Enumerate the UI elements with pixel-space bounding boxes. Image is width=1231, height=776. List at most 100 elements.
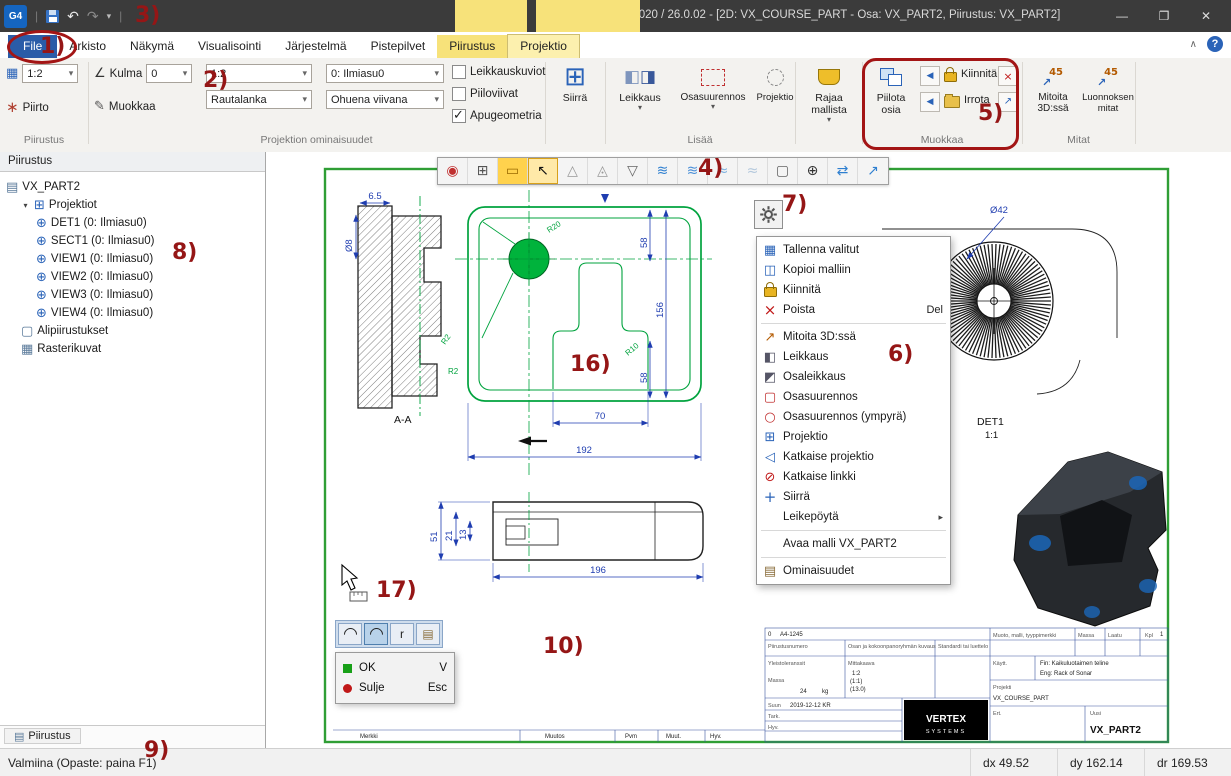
tree-item-projektiot[interactable]: ▾⊞Projektiot bbox=[0, 196, 265, 214]
tree-item-view4[interactable]: ⊕VIEW4 (0: Ilmiasu0) bbox=[0, 304, 265, 322]
pin-button[interactable]: ◉ bbox=[438, 158, 468, 184]
layers-blue-button[interactable]: ≋ bbox=[648, 158, 678, 184]
menu-item-ominaisuudet[interactable]: ▤Ominaisuudet bbox=[757, 561, 950, 581]
arc-3point-button[interactable] bbox=[364, 623, 388, 645]
drawing-canvas[interactable]: 6.5 Ø8 R2 R2 A-A R20 R10 156 bbox=[266, 152, 1231, 748]
svg-text:VX_COURSE_PART: VX_COURSE_PART bbox=[993, 696, 1049, 702]
menu-item-osasuurennos[interactable]: ▢Osasuurennos bbox=[757, 387, 950, 407]
menu-item-projektio[interactable]: ⊞Projektio bbox=[757, 427, 950, 447]
iso-3d-view[interactable] bbox=[1014, 452, 1166, 626]
measure-button[interactable]: ▭ bbox=[498, 158, 528, 184]
window-title: Vertex G4 2020 / 26.0.02 - [2D: VX_COURS… bbox=[578, 9, 1060, 21]
tab-piirustus[interactable]: Piirustus bbox=[437, 35, 507, 58]
checkbox-leikkauskuviot[interactable]: Leikkauskuviot bbox=[452, 65, 545, 79]
layers-thin-button[interactable]: ≈ bbox=[738, 158, 768, 184]
menu-item-avaa-malli-vx-part2[interactable]: Avaa malli VX_PART2 bbox=[757, 534, 950, 554]
line-style-select[interactable]: Ohuena viivana bbox=[326, 90, 444, 109]
leikkaus-button[interactable]: ◧ ◨ Leikkaus ▾ bbox=[610, 62, 670, 134]
rajaa-mallista-button[interactable]: Rajaa mallista ▾ bbox=[798, 62, 860, 134]
checkbox-icon[interactable] bbox=[452, 65, 466, 79]
menu-item-osasuurennos-ympyr[interactable]: ○Osasuurennos (ympyrä) bbox=[757, 407, 950, 427]
minimize-button[interactable]: — bbox=[1101, 0, 1143, 32]
svg-text:kg: kg bbox=[822, 689, 828, 695]
tree-expander-icon[interactable]: ▾ bbox=[21, 201, 30, 210]
checkbox-checked-icon[interactable] bbox=[452, 109, 466, 123]
projektio-button[interactable]: Projektio bbox=[752, 62, 798, 134]
checkbox-piiloviivat[interactable]: Piiloviivat bbox=[452, 87, 518, 101]
zoom-button[interactable]: ⊕ bbox=[798, 158, 828, 184]
checkbox-icon[interactable] bbox=[452, 87, 466, 101]
arc-tangent-button[interactable] bbox=[338, 623, 362, 645]
axes-button[interactable]: ⇄ bbox=[828, 158, 858, 184]
tree-item-view1[interactable]: ⊕VIEW1 (0: Ilmiasu0) bbox=[0, 250, 265, 268]
dropdown-caret-icon[interactable]: ▾ bbox=[798, 116, 860, 124]
move-view-button[interactable]: ⊞ bbox=[468, 158, 498, 184]
select-region-button[interactable]: ▢ bbox=[768, 158, 798, 184]
collapse-ribbon-icon[interactable]: ∧ bbox=[1190, 39, 1197, 50]
main-view[interactable]: R20 R10 156 58 58 70 192 bbox=[455, 190, 712, 478]
menu-item-osaleikkaus[interactable]: ◩Osaleikkaus bbox=[757, 367, 950, 387]
kulma-label: Kulma bbox=[110, 68, 143, 80]
redo-icon[interactable]: ↷ bbox=[87, 9, 99, 23]
filter-button[interactable]: ▽ bbox=[618, 158, 648, 184]
close-row[interactable]: Sulje Esc bbox=[343, 678, 447, 698]
menu-item-katkaise-projektio[interactable]: ◁Katkaise projektio bbox=[757, 447, 950, 467]
section-view-a-a[interactable]: 6.5 Ø8 R2 R2 A-A bbox=[344, 191, 459, 426]
dropdown-caret-icon[interactable]: ▾ bbox=[610, 104, 670, 112]
select-arrow-button[interactable]: ↖ bbox=[528, 158, 558, 184]
menu-item-poista[interactable]: ×PoistaDel bbox=[757, 300, 950, 320]
undo-icon[interactable]: ↶ bbox=[67, 9, 79, 23]
osasuurennos-button[interactable]: Osasuurennos ▾ bbox=[674, 62, 752, 134]
kulma-select[interactable]: 0 bbox=[146, 64, 192, 83]
dropdown-caret-icon[interactable]: ▾ bbox=[674, 103, 752, 111]
luonnoksen-mitat-button[interactable]: Luonnoksen mitat bbox=[1082, 62, 1134, 134]
svg-text:196: 196 bbox=[590, 565, 606, 576]
maximize-button[interactable]: ❐ bbox=[1143, 0, 1185, 32]
menu-item-label: Katkaise projektio bbox=[780, 451, 943, 463]
ok-row[interactable]: OK V bbox=[343, 658, 447, 678]
gear-button[interactable] bbox=[754, 200, 783, 229]
tree-item-view3[interactable]: ⊕VIEW3 (0: Ilmiasu0) bbox=[0, 286, 265, 304]
checkbox-apugeometria[interactable]: Apugeometria bbox=[452, 109, 542, 123]
menu-item-kiinnit[interactable]: Kiinnitä bbox=[757, 280, 950, 300]
fit-button[interactable]: ↗ bbox=[858, 158, 888, 184]
triangle-dashed-button[interactable]: ◬ bbox=[588, 158, 618, 184]
radius-button[interactable]: r bbox=[390, 623, 414, 645]
customize-toolbar-icon[interactable]: ▾ bbox=[107, 12, 112, 21]
properties-button[interactable]: ▤ bbox=[416, 623, 440, 645]
drawing-scale-select[interactable]: 1:2 bbox=[22, 64, 78, 83]
menu-item-tallenna-valitut[interactable]: ▦Tallenna valitut bbox=[757, 240, 950, 260]
menu-item-label: Mitoita 3D:ssä bbox=[780, 331, 943, 343]
tab-jarjestelma[interactable]: Järjestelmä bbox=[273, 35, 358, 58]
menu-item-kopioi-malliin[interactable]: ◫Kopioi malliin bbox=[757, 260, 950, 280]
menu-item-siirr[interactable]: +Siirrä bbox=[757, 487, 950, 507]
tab-projektio[interactable]: Projektio bbox=[507, 34, 580, 58]
app-logo[interactable]: G4 bbox=[4, 5, 27, 28]
tree-item-det1[interactable]: ⊕DET1 (0: Ilmiasu0) bbox=[0, 214, 265, 232]
panel-tab-piirustus[interactable]: ▤ Piirustus bbox=[4, 728, 81, 744]
tree-item-rasterikuvat[interactable]: ▦Rasterikuvat bbox=[0, 340, 265, 358]
menu-item-katkaise-linkki[interactable]: ⊘Katkaise linkki bbox=[757, 467, 950, 487]
piirto-button[interactable]: ∗ Piirto bbox=[6, 100, 49, 115]
triangle-button[interactable]: △ bbox=[558, 158, 588, 184]
layers-blue-icon: ≋ bbox=[657, 164, 669, 178]
tree-item-view2[interactable]: ⊕VIEW2 (0: Ilmiasu0) bbox=[0, 268, 265, 286]
tree-item-alipiirustukset[interactable]: ▢Alipiirustukset bbox=[0, 322, 265, 340]
side-view[interactable]: 51 21 13 196 bbox=[429, 492, 703, 582]
siirra-button[interactable]: ⊞ Siirrä bbox=[549, 62, 601, 134]
close-button[interactable]: ✕ bbox=[1185, 0, 1227, 32]
configuration-select[interactable]: 0: Ilmiasu0 bbox=[326, 64, 444, 83]
menu-item-leikkaus[interactable]: ◧Leikkaus bbox=[757, 347, 950, 367]
muokkaa-projektio-button[interactable]: ✎ Muokkaa bbox=[94, 100, 156, 113]
annotation-9: 9) bbox=[144, 740, 169, 762]
menu-item-leikep-yt[interactable]: Leikepöytä▸ bbox=[757, 507, 950, 527]
menu-item-mitoita-3d-ss[interactable]: ↗Mitoita 3D:ssä bbox=[757, 327, 950, 347]
tab-nakyma[interactable]: Näkymä bbox=[118, 35, 186, 58]
tree-item-sect1[interactable]: ⊕SECT1 (0: Ilmiasu0) bbox=[0, 232, 265, 250]
mitoita-3d-button[interactable]: Mitoita 3D:ssä bbox=[1026, 62, 1080, 134]
save-icon[interactable] bbox=[46, 10, 59, 23]
tab-visualisointi[interactable]: Visualisointi bbox=[186, 35, 273, 58]
help-icon[interactable]: ? bbox=[1207, 36, 1223, 52]
tree-item-vx_part2[interactable]: ▤VX_PART2 bbox=[0, 178, 265, 196]
tab-pistepilvet[interactable]: Pistepilvet bbox=[359, 35, 438, 58]
